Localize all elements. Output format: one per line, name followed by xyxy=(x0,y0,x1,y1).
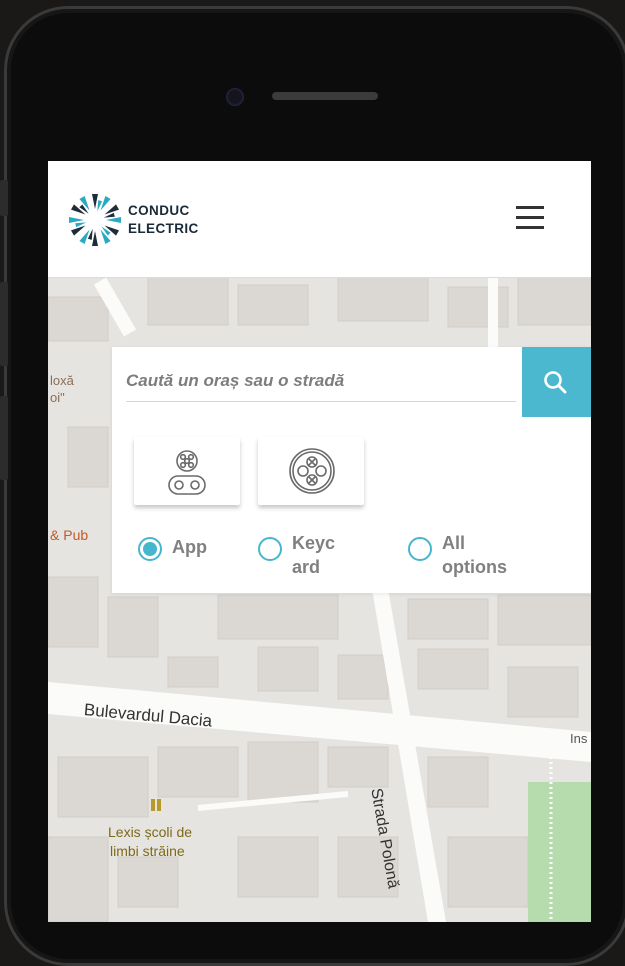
phone-volume-down xyxy=(0,396,8,480)
app-header: CONDUC ELECTRIC xyxy=(48,161,591,278)
brand-line-2: ELECTRIC xyxy=(128,221,199,236)
radio-keycard[interactable]: Keycard xyxy=(258,533,348,579)
search-panel: App Keycard All options xyxy=(112,347,591,593)
map-label-poi-1: loxă xyxy=(50,373,74,388)
connector-type-2-button[interactable] xyxy=(134,437,240,505)
map-label-school-1: Lexis școli de xyxy=(108,824,193,840)
search-input[interactable] xyxy=(126,361,516,402)
radio-circle xyxy=(408,537,432,561)
phone-mute-switch xyxy=(0,180,8,216)
radio-label-keycard: Keycard xyxy=(292,533,336,577)
radio-circle xyxy=(258,537,282,561)
brand-name[interactable]: CONDUC ELECTRIC xyxy=(128,202,199,238)
map-label-school-2: limbi străine xyxy=(110,843,185,859)
phone-speaker xyxy=(272,92,378,100)
map-label-poi-2: oi" xyxy=(50,390,65,405)
phone-camera xyxy=(226,88,244,106)
phone-volume-up xyxy=(0,282,8,366)
logo-burst-icon xyxy=(69,194,121,246)
app-screen: CONDUC ELECTRIC loxă oi" & Pub Bulevardu… xyxy=(48,161,591,922)
radio-label-app: App xyxy=(172,537,207,557)
radio-label-all-options: All options xyxy=(442,533,507,577)
radio-app[interactable]: App xyxy=(138,533,218,579)
hamburger-menu-button[interactable] xyxy=(516,206,544,230)
hamburger-icon xyxy=(516,206,544,209)
brand-line-1: CONDUC xyxy=(128,203,190,218)
search-icon xyxy=(544,371,567,394)
map-label-edge: Ins xyxy=(570,731,588,746)
connector-round-button[interactable] xyxy=(258,437,364,505)
type2-plug-icon xyxy=(168,450,206,495)
radio-all-options[interactable]: All options xyxy=(408,533,528,579)
radio-selected-dot xyxy=(143,542,157,556)
round-plug-icon xyxy=(289,448,335,494)
map-label-pub: & Pub xyxy=(50,527,89,543)
search-button[interactable] xyxy=(522,347,591,417)
